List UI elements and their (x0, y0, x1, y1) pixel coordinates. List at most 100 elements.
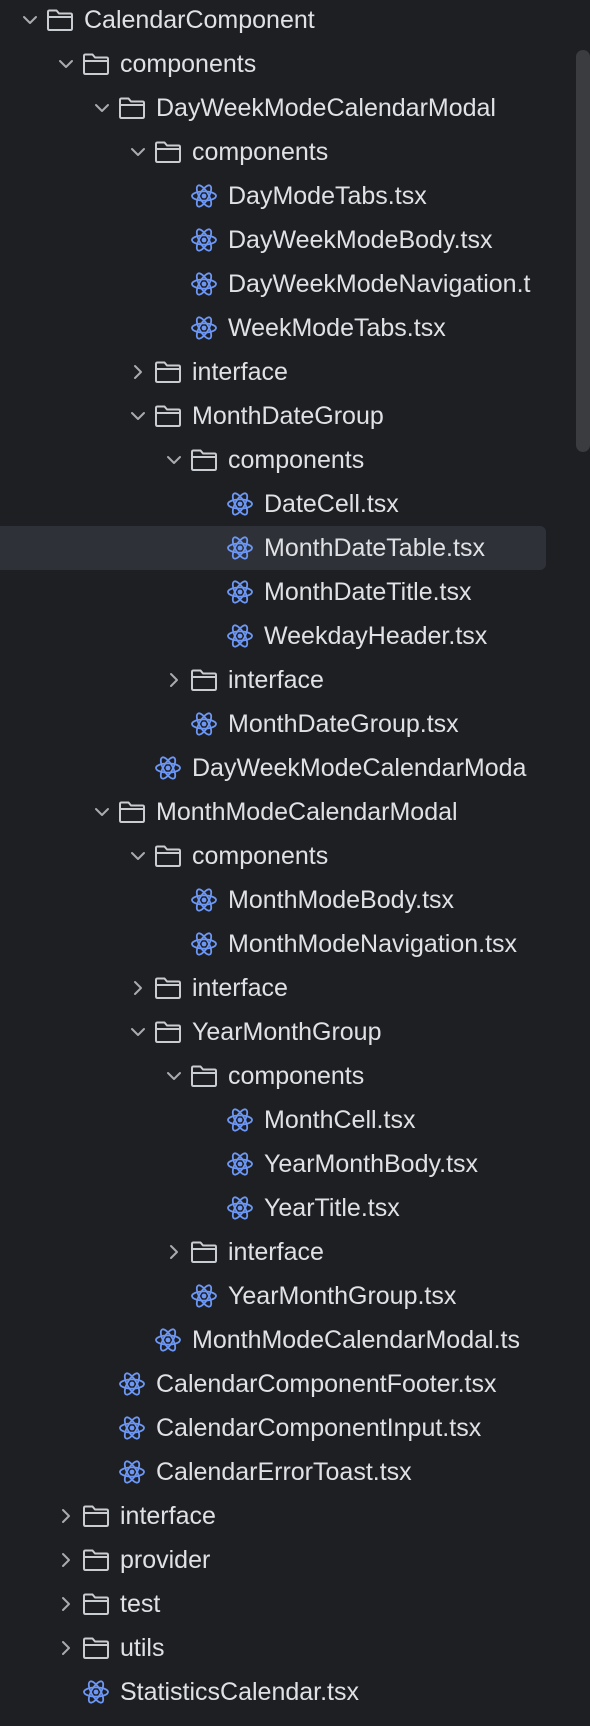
react-icon (226, 482, 262, 526)
tree-folder-row[interactable]: DayWeekModeCalendarModal (0, 86, 590, 130)
folder-icon (154, 834, 190, 878)
vertical-scrollbar[interactable] (576, 50, 590, 452)
tree-folder-row[interactable]: MonthModeCalendarModal (0, 790, 590, 834)
tree-file-row[interactable]: MonthCell.tsx (0, 1098, 590, 1142)
react-icon (226, 614, 262, 658)
project-tree: CalendarComponent components DayWeekModeCa… (0, 0, 590, 1726)
tree-item-label: components (228, 446, 365, 474)
tree-folder-row[interactable]: components (0, 834, 590, 878)
tree-item-label: provider (120, 1546, 211, 1574)
chevron-down-icon[interactable] (158, 1054, 190, 1098)
tree-file-row[interactable]: YearTitle.tsx (0, 1186, 590, 1230)
tree-file-row[interactable]: WeekdayHeader.tsx (0, 614, 590, 658)
chevron-right-icon[interactable] (50, 1538, 82, 1582)
react-icon (118, 1362, 154, 1406)
chevron-down-icon[interactable] (122, 130, 154, 174)
chevron-right-icon[interactable] (50, 1494, 82, 1538)
tree-file-row[interactable]: WeekModeTabs.tsx (0, 306, 590, 350)
tree-folder-row[interactable]: utils (0, 1626, 590, 1670)
chevron-right-icon[interactable] (122, 350, 154, 394)
tree-file-row[interactable]: DayWeekModeBody.tsx (0, 218, 590, 262)
chevron-down-icon[interactable] (14, 0, 46, 42)
folder-icon (82, 1494, 118, 1538)
folder-icon (154, 966, 190, 1010)
tree-item-label: interface (228, 666, 324, 694)
react-icon (154, 746, 190, 790)
folder-icon (82, 1582, 118, 1626)
tree-file-row[interactable]: DayModeTabs.tsx (0, 174, 590, 218)
react-icon (226, 570, 262, 614)
folder-icon (82, 1626, 118, 1670)
tree-folder-row[interactable]: components (0, 130, 590, 174)
tree-folder-row[interactable]: CalendarComponent (0, 0, 590, 42)
chevron-down-icon[interactable] (122, 394, 154, 438)
tree-item-label: CalendarComponentInput.tsx (156, 1414, 482, 1442)
tree-file-row[interactable]: CalendarComponentFooter.tsx (0, 1362, 590, 1406)
tree-file-row[interactable]: DayWeekModeNavigation.t (0, 262, 590, 306)
tree-file-row[interactable]: MonthDateTitle.tsx (0, 570, 590, 614)
chevron-down-icon[interactable] (122, 834, 154, 878)
chevron-down-icon[interactable] (158, 438, 190, 482)
tree-folder-row[interactable]: components (0, 1054, 590, 1098)
folder-icon (46, 0, 82, 42)
tree-item-label: YearMonthGroup.tsx (228, 1282, 457, 1310)
tree-item-label: DayWeekModeCalendarModal (156, 94, 496, 122)
react-icon (226, 1186, 262, 1230)
chevron-right-icon[interactable] (158, 1230, 190, 1274)
chevron-right-icon[interactable] (50, 1582, 82, 1626)
tree-item-label: MonthCell.tsx (264, 1106, 416, 1134)
react-icon (226, 1142, 262, 1186)
tree-folder-row[interactable]: interface (0, 966, 590, 1010)
chevron-down-icon[interactable] (86, 790, 118, 834)
tree-file-row[interactable]: DateCell.tsx (0, 482, 590, 526)
tree-item-label: MonthModeCalendarModal (156, 798, 458, 826)
tree-folder-row[interactable]: interface (0, 1494, 590, 1538)
tree-folder-row[interactable]: interface (0, 350, 590, 394)
tree-folder-row[interactable]: provider (0, 1538, 590, 1582)
folder-icon (154, 394, 190, 438)
tree-file-row[interactable]: CalendarComponentInput.tsx (0, 1406, 590, 1450)
tree-file-row[interactable]: MonthModeCalendarModal.ts (0, 1318, 590, 1362)
tree-folder-row[interactable]: components (0, 438, 590, 482)
tree-file-row[interactable]: YearMonthGroup.tsx (0, 1274, 590, 1318)
tree-file-row[interactable]: YearMonthBody.tsx (0, 1142, 590, 1186)
chevron-down-icon[interactable] (122, 1010, 154, 1054)
tree-file-row[interactable]: CalendarErrorToast.tsx (0, 1450, 590, 1494)
tree-folder-row[interactable]: interface (0, 1230, 590, 1274)
react-icon (154, 1318, 190, 1362)
tree-item-label: components (228, 1062, 365, 1090)
tree-item-label: StatisticsCalendar.tsx (120, 1678, 359, 1706)
folder-icon (118, 86, 154, 130)
tree-file-row[interactable]: MonthModeNavigation.tsx (0, 922, 590, 966)
tree-file-row[interactable]: MonthDateTable.tsx (0, 526, 590, 570)
chevron-down-icon[interactable] (50, 42, 82, 86)
tree-item-label: MonthModeBody.tsx (228, 886, 455, 914)
tree-file-row[interactable]: MonthModeBody.tsx (0, 878, 590, 922)
chevron-down-icon[interactable] (86, 86, 118, 130)
tree-item-label: DayWeekModeCalendarModa (192, 754, 527, 782)
tree-folder-row[interactable]: YearMonthGroup (0, 1010, 590, 1054)
tree-folder-row[interactable]: interface (0, 658, 590, 702)
react-icon (190, 878, 226, 922)
chevron-right-icon[interactable] (50, 1626, 82, 1670)
tree-file-row[interactable]: StatisticsCalendar.tsx (0, 1670, 590, 1714)
tree-folder-row[interactable]: MonthDateGroup (0, 394, 590, 438)
chevron-right-icon[interactable] (158, 658, 190, 702)
tree-item-label: interface (192, 974, 288, 1002)
chevron-right-icon[interactable] (122, 966, 154, 1010)
tree-item-label: MonthDateGroup.tsx (228, 710, 459, 738)
tree-folder-row[interactable]: test (0, 1582, 590, 1626)
tree-file-row[interactable]: DayWeekModeCalendarModa (0, 746, 590, 790)
tree-file-row[interactable]: MonthDateGroup.tsx (0, 702, 590, 746)
tree-item-label: MonthDateTable.tsx (264, 534, 485, 562)
folder-icon (82, 1538, 118, 1582)
tree-item-label: YearMonthGroup (192, 1018, 382, 1046)
tree-folder-row[interactable]: components (0, 42, 590, 86)
